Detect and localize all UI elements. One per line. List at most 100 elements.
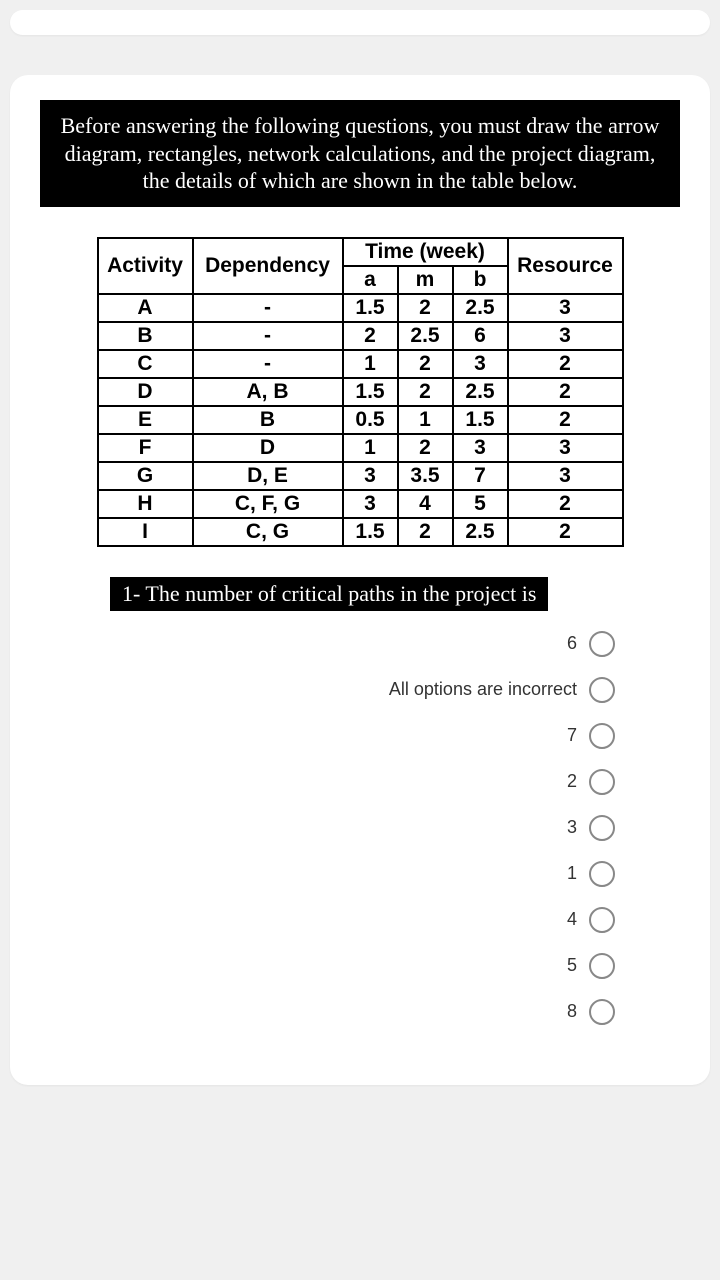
option-row: 7	[10, 723, 615, 749]
cell-resource: 2	[508, 350, 623, 378]
option-row: 6	[10, 631, 615, 657]
option-label: 5	[567, 955, 577, 976]
cell-resource: 2	[508, 518, 623, 546]
table-row: A-1.522.53	[98, 294, 623, 322]
table-row: IC, G1.522.52	[98, 518, 623, 546]
option-radio[interactable]	[589, 861, 615, 887]
option-row: 2	[10, 769, 615, 795]
activity-table: Activity Dependency Time (week) Resource…	[97, 237, 624, 547]
header-resource: Resource	[508, 238, 623, 294]
option-label: 7	[567, 725, 577, 746]
cell-resource: 3	[508, 322, 623, 350]
cell-b: 3	[453, 350, 508, 378]
cell-a: 1.5	[343, 294, 398, 322]
cell-dependency: -	[193, 294, 343, 322]
table-row: HC, F, G3452	[98, 490, 623, 518]
cell-b: 6	[453, 322, 508, 350]
option-row: 4	[10, 907, 615, 933]
cell-activity: D	[98, 378, 193, 406]
option-radio[interactable]	[589, 677, 615, 703]
option-label: 4	[567, 909, 577, 930]
cell-dependency: C, F, G	[193, 490, 343, 518]
cell-m: 2.5	[398, 322, 453, 350]
option-row: 5	[10, 953, 615, 979]
cell-m: 2	[398, 378, 453, 406]
cell-activity: F	[98, 434, 193, 462]
question-card: Before answering the following questions…	[10, 75, 710, 1085]
table-row: EB0.511.52	[98, 406, 623, 434]
table-row: C-1232	[98, 350, 623, 378]
cell-activity: G	[98, 462, 193, 490]
cell-m: 2	[398, 294, 453, 322]
cell-b: 2.5	[453, 294, 508, 322]
option-radio[interactable]	[589, 953, 615, 979]
cell-activity: C	[98, 350, 193, 378]
option-label: 2	[567, 771, 577, 792]
cell-a: 1.5	[343, 518, 398, 546]
cell-resource: 3	[508, 462, 623, 490]
header-dependency: Dependency	[193, 238, 343, 294]
cell-dependency: B	[193, 406, 343, 434]
table-row: GD, E33.573	[98, 462, 623, 490]
table-row: FD1233	[98, 434, 623, 462]
cell-a: 3	[343, 462, 398, 490]
cell-resource: 2	[508, 406, 623, 434]
cell-b: 5	[453, 490, 508, 518]
cell-a: 0.5	[343, 406, 398, 434]
cell-m: 3.5	[398, 462, 453, 490]
option-radio[interactable]	[589, 769, 615, 795]
question-text: 1- The number of critical paths in the p…	[110, 577, 548, 611]
header-time-group: Time (week)	[343, 238, 508, 266]
option-label: 8	[567, 1001, 577, 1022]
option-radio[interactable]	[589, 723, 615, 749]
cell-m: 1	[398, 406, 453, 434]
option-label: 6	[567, 633, 577, 654]
question-wrap: 1- The number of critical paths in the p…	[10, 577, 710, 631]
cell-dependency: D	[193, 434, 343, 462]
cell-a: 1.5	[343, 378, 398, 406]
cell-a: 2	[343, 322, 398, 350]
table-container: Activity Dependency Time (week) Resource…	[10, 237, 710, 577]
cell-b: 3	[453, 434, 508, 462]
cell-m: 2	[398, 350, 453, 378]
options-list: 6 All options are incorrect 7 2 3 1 4 5 8	[10, 631, 710, 1085]
cell-resource: 2	[508, 378, 623, 406]
table-row: B-22.563	[98, 322, 623, 350]
cell-resource: 2	[508, 490, 623, 518]
cell-m: 2	[398, 518, 453, 546]
cell-dependency: D, E	[193, 462, 343, 490]
option-row: All options are incorrect	[10, 677, 615, 703]
option-label: All options are incorrect	[389, 679, 577, 700]
cell-activity: I	[98, 518, 193, 546]
cell-dependency: A, B	[193, 378, 343, 406]
cell-activity: H	[98, 490, 193, 518]
cell-b: 2.5	[453, 378, 508, 406]
cell-dependency: -	[193, 322, 343, 350]
table-row: DA, B1.522.52	[98, 378, 623, 406]
option-radio[interactable]	[589, 631, 615, 657]
cell-activity: B	[98, 322, 193, 350]
option-row: 8	[10, 999, 615, 1025]
cell-activity: A	[98, 294, 193, 322]
cell-b: 2.5	[453, 518, 508, 546]
cell-dependency: -	[193, 350, 343, 378]
cell-dependency: C, G	[193, 518, 343, 546]
top-card	[10, 10, 710, 35]
option-radio[interactable]	[589, 907, 615, 933]
cell-a: 3	[343, 490, 398, 518]
option-radio[interactable]	[589, 815, 615, 841]
cell-a: 1	[343, 350, 398, 378]
option-label: 1	[567, 863, 577, 884]
cell-resource: 3	[508, 434, 623, 462]
option-row: 3	[10, 815, 615, 841]
header-b: b	[453, 266, 508, 294]
option-label: 3	[567, 817, 577, 838]
cell-b: 1.5	[453, 406, 508, 434]
option-row: 1	[10, 861, 615, 887]
header-activity: Activity	[98, 238, 193, 294]
cell-a: 1	[343, 434, 398, 462]
header-a: a	[343, 266, 398, 294]
cell-m: 2	[398, 434, 453, 462]
option-radio[interactable]	[589, 999, 615, 1025]
cell-b: 7	[453, 462, 508, 490]
